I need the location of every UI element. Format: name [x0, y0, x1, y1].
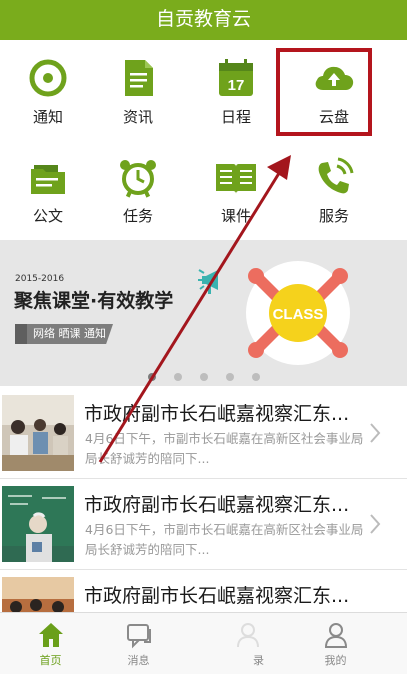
class-badge-text: CLASS [273, 306, 324, 323]
grid-item-label: 课件 [220, 207, 251, 225]
bottom-tab-bar: 首页 消息 录 我的 [0, 612, 407, 674]
grid-item-notice[interactable]: 通知 [0, 40, 96, 136]
news-item[interactable]: 市政府副市长石岷嘉视察汇东... 4月6日下午，市副市长石岷嘉在高新区社会事业局… [0, 389, 407, 479]
class-badge-graphic: CLASS [246, 261, 350, 365]
grid-item-tasks[interactable]: 任务 [90, 139, 186, 235]
tab-messages[interactable]: 消息 [88, 613, 189, 674]
tab-label: 首页 [39, 654, 62, 667]
tab-label: 我的 [324, 654, 347, 667]
document-folder-icon [26, 155, 70, 203]
app-title: 自贡教育云 [155, 8, 251, 30]
notice-icon [26, 56, 70, 104]
tab-label: 消息 [127, 654, 150, 667]
chevron-right-icon [370, 514, 381, 534]
news-description: 4月6日下午，市副市长石岷嘉在高新区社会事业局局长舒诚芳的陪同下... [85, 522, 364, 557]
tab-label: 录 [253, 654, 264, 667]
news-title: 市政府副市长石岷嘉视察汇东... [84, 585, 350, 607]
grid-item-services[interactable]: 服务 [286, 139, 382, 235]
banner-tags: 网络 晒课 通知 [15, 324, 113, 344]
home-icon [37, 621, 65, 653]
grid-item-official-docs[interactable]: 公文 [0, 139, 96, 235]
calendar-day-number: 17 [228, 77, 245, 94]
alarm-clock-icon [116, 155, 160, 203]
promo-banner[interactable]: 2015-2016 聚焦课堂·有效教学 网络 晒课 通知 CLASS [0, 240, 407, 386]
chevron-right-icon [370, 423, 381, 443]
carousel-dot[interactable] [199, 373, 208, 381]
news-thumbnail [2, 395, 74, 471]
banner-title: 聚焦课堂·有效教学 [14, 290, 174, 312]
tab-profile[interactable]: 我的 [285, 613, 386, 674]
news-description: 4月6日下午，市副市长石岷嘉在高新区社会事业局局长舒诚芳的陪同下... [85, 431, 364, 466]
megaphone-icon [198, 269, 218, 294]
grid-item-label: 资讯 [122, 108, 153, 126]
news-title: 市政府副市长石岷嘉视察汇东... [84, 494, 350, 516]
calendar-icon: 17 [214, 56, 258, 104]
grid-item-label: 日程 [220, 108, 251, 126]
carousel-dot[interactable] [251, 373, 260, 381]
grid-item-schedule[interactable]: 17 日程 [188, 40, 284, 136]
grid-item-label: 服务 [318, 207, 349, 225]
news-doc-icon [116, 56, 160, 104]
profile-icon [322, 621, 350, 653]
cloud-disk-highlight [276, 48, 372, 136]
news-thumbnail [2, 486, 74, 562]
app-title-bar: 自贡教育云 [0, 0, 407, 40]
tab-contacts[interactable]: 录 [197, 613, 298, 674]
phone-call-icon [312, 155, 356, 203]
tab-home[interactable]: 首页 [0, 613, 101, 674]
banner-year: 2015-2016 [15, 274, 65, 284]
contacts-icon [234, 621, 262, 653]
news-title: 市政府副市长石岷嘉视察汇东... [84, 403, 350, 425]
grid-item-label: 任务 [122, 207, 153, 225]
grid-item-label: 通知 [32, 108, 63, 126]
open-book-icon [213, 155, 259, 203]
carousel-dot[interactable] [225, 373, 234, 381]
grid-item-news[interactable]: 资讯 [90, 40, 186, 136]
carousel-dots [0, 366, 407, 381]
grid-item-label: 公文 [32, 207, 63, 225]
grid-item-courseware[interactable]: 课件 [188, 139, 284, 235]
news-item[interactable]: 市政府副市长石岷嘉视察汇东... 4月6日下午，市副市长石岷嘉在高新区社会事业局… [0, 480, 407, 570]
carousel-dot[interactable] [173, 373, 182, 381]
message-icon [125, 621, 153, 653]
carousel-dot[interactable] [147, 373, 156, 381]
